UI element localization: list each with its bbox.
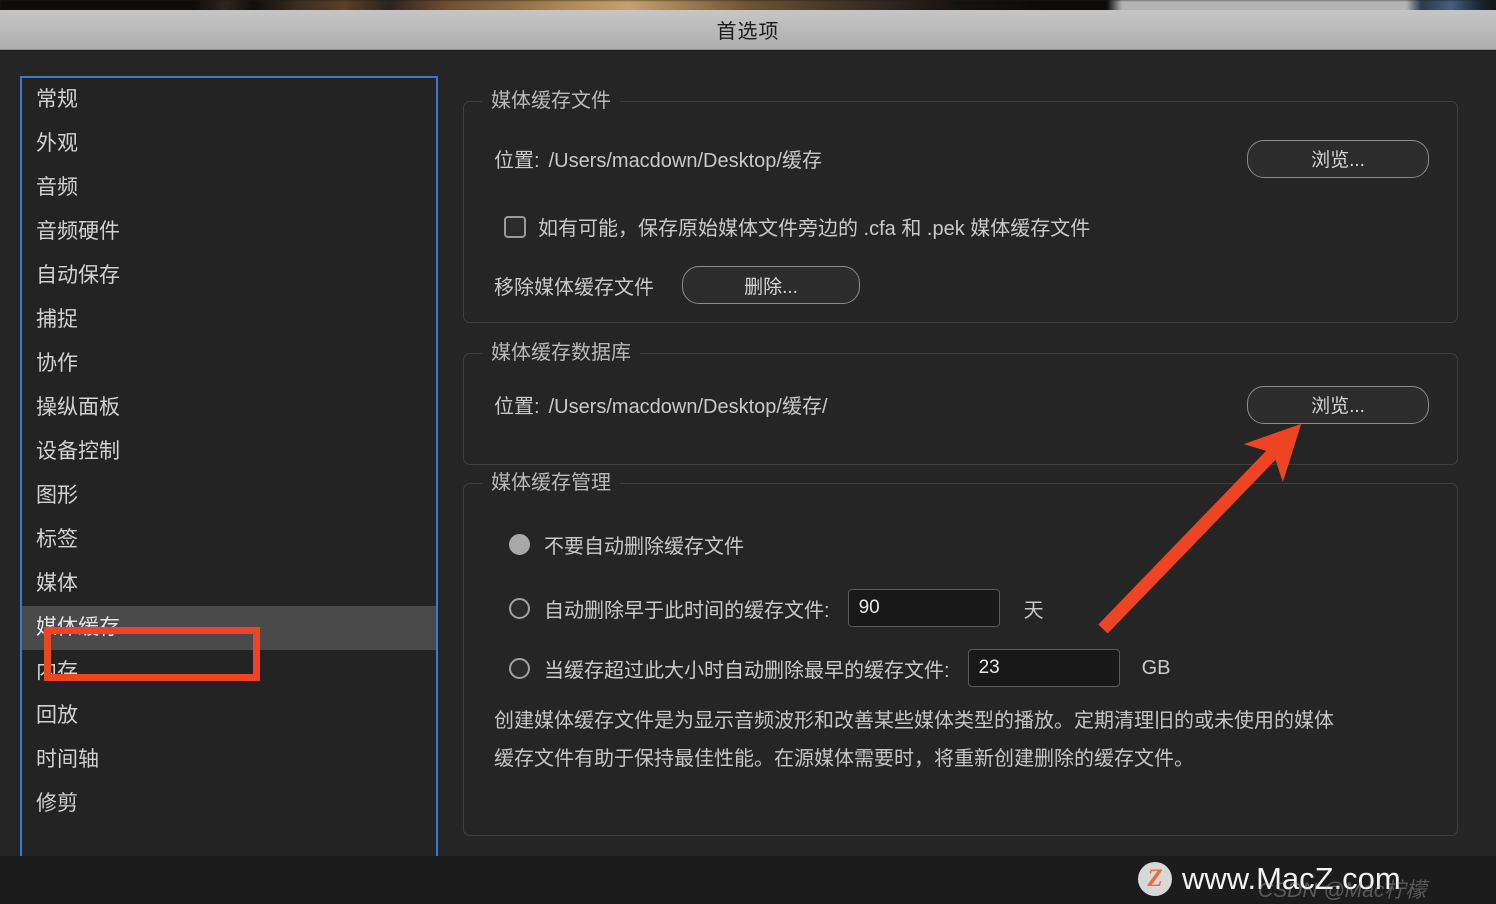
csdn-watermark-text: CSDN @Mac柠檬	[1258, 879, 1427, 902]
cache-db-location-row: 位置: /Users/macdown/Desktop/缓存/ 浏览...	[494, 385, 1429, 424]
sidebar-item-meiti-huancun[interactable]: 媒体缓存	[22, 606, 436, 650]
radio-delete-older-than[interactable]	[509, 597, 530, 619]
sidebar-item-biaoqian[interactable]: 标签	[22, 518, 436, 562]
preferences-category-list[interactable]: 常规 外观 音频 音频硬件 自动保存 捕捉 协作 操纵面板 设备控制 图形 标签…	[20, 76, 438, 856]
cache-files-browse-button[interactable]: 浏览...	[1247, 139, 1429, 178]
sidebar-item-label: 回放	[36, 704, 78, 727]
sidebar-item-shebei-kongzhi[interactable]: 设备控制	[22, 430, 436, 474]
sidebar-item-changgui[interactable]: 常规	[22, 78, 436, 122]
cache-files-remove-row: 移除媒体缓存文件 删除...	[494, 266, 860, 304]
sidebar-item-label: 协作	[36, 352, 78, 375]
sidebar-item-yinpin[interactable]: 音频	[22, 166, 436, 210]
sidebar-item-shijianzhou[interactable]: 时间轴	[22, 738, 436, 782]
cache-files-location-value: /Users/macdown/Desktop/缓存	[548, 150, 822, 172]
sidebar-item-label: 捕捉	[36, 308, 78, 331]
management-option-delete-older-than[interactable]: 自动删除早于此时间的缓存文件: 90 天	[509, 589, 1044, 627]
sidebar-item-label: 修剪	[36, 792, 78, 815]
media-cache-database-legend: 媒体缓存数据库	[482, 340, 640, 366]
sidebar-item-label: 内存	[36, 660, 78, 683]
sidebar-item-meiti[interactable]: 媒体	[22, 562, 436, 606]
radio-delete-over-size-label: 当缓存超过此大小时自动删除最早的缓存文件:	[544, 659, 950, 682]
management-option-delete-over-size[interactable]: 当缓存超过此大小时自动删除最早的缓存文件: 23 GB	[509, 649, 1170, 687]
sidebar-item-neicun[interactable]: 内存	[22, 650, 436, 694]
media-cache-management-legend: 媒体缓存管理	[482, 470, 620, 496]
media-cache-description: 创建媒体缓存文件是为显示音频波形和改善某些媒体类型的播放。定期清理旧的或未使用的…	[494, 710, 1334, 770]
sidebar-item-zidong-baocun[interactable]: 自动保存	[22, 254, 436, 298]
sidebar-item-yinpin-yingjian[interactable]: 音频硬件	[22, 210, 436, 254]
media-cache-files-legend: 媒体缓存文件	[482, 88, 620, 114]
days-unit-label: 天	[1023, 599, 1044, 622]
media-cache-management-group: 媒体缓存管理 不要自动删除缓存文件 自动删除早于此时间的缓存文件: 90 天 当…	[463, 470, 1458, 836]
cache-db-location-label: 位置:	[494, 396, 540, 418]
sidebar-item-label: 媒体	[36, 572, 78, 595]
sidebar-item-xiujian[interactable]: 修剪	[22, 782, 436, 826]
sidebar-item-label: 常规	[36, 88, 78, 111]
sidebar-item-label: 自动保存	[36, 264, 120, 287]
radio-never-delete-label: 不要自动删除缓存文件	[544, 536, 744, 558]
cache-files-location-row: 位置: /Users/macdown/Desktop/缓存 浏览...	[494, 139, 1429, 178]
sidebar-item-label: 设备控制	[36, 440, 120, 463]
dialog-titlebar: 首选项	[0, 10, 1496, 50]
sidebar-item-caozong-mianban[interactable]: 操纵面板	[22, 386, 436, 430]
size-input[interactable]: 23	[967, 649, 1120, 687]
sidebar-item-label: 音频	[36, 176, 78, 199]
sidebar-item-label: 外观	[36, 132, 78, 155]
days-input[interactable]: 90	[847, 589, 1000, 627]
cache-db-browse-button[interactable]: 浏览...	[1247, 385, 1429, 424]
size-unit-label: GB	[1141, 656, 1171, 679]
sidebar-item-xiezuo[interactable]: 协作	[22, 342, 436, 386]
radio-delete-over-size[interactable]	[509, 657, 530, 679]
sidebar-item-label: 图形	[36, 484, 78, 507]
management-option-never-delete[interactable]: 不要自动删除缓存文件	[509, 530, 744, 559]
media-cache-files-group: 媒体缓存文件 位置: /Users/macdown/Desktop/缓存 浏览.…	[463, 88, 1458, 323]
sidebar-item-label: 音频硬件	[36, 220, 120, 243]
radio-never-delete[interactable]	[509, 534, 530, 555]
sidebar-item-label: 媒体缓存	[36, 616, 120, 639]
cache-files-delete-button[interactable]: 删除...	[682, 266, 860, 304]
media-cache-settings-panel: 媒体缓存文件 位置: /Users/macdown/Desktop/缓存 浏览.…	[463, 88, 1458, 836]
radio-delete-older-than-label: 自动删除早于此时间的缓存文件:	[544, 599, 830, 622]
cache-db-location-value: /Users/macdown/Desktop/缓存/	[548, 396, 828, 418]
sidecar-checkbox-label: 如有可能，保存原始媒体文件旁边的 .cfa 和 .pek 媒体缓存文件	[538, 218, 1091, 240]
media-cache-database-group: 媒体缓存数据库 位置: /Users/macdown/Desktop/缓存/ 浏…	[463, 340, 1458, 465]
sidebar-item-label: 操纵面板	[36, 396, 120, 419]
cache-files-remove-label: 移除媒体缓存文件	[494, 276, 654, 299]
sidebar-item-waiguan[interactable]: 外观	[22, 122, 436, 166]
sidecar-checkbox[interactable]	[504, 215, 526, 238]
sidebar-item-buzhuo[interactable]: 捕捉	[22, 298, 436, 342]
macz-logo-icon: Z	[1138, 862, 1172, 896]
sidebar-item-tuxing[interactable]: 图形	[22, 474, 436, 518]
preferences-dialog-body: 常规 外观 音频 音频硬件 自动保存 捕捉 协作 操纵面板 设备控制 图形 标签…	[0, 51, 1496, 902]
dialog-title: 首选项	[716, 21, 780, 43]
cache-files-location-label: 位置:	[494, 150, 540, 172]
cache-files-sidecar-row: 如有可能，保存原始媒体文件旁边的 .cfa 和 .pek 媒体缓存文件	[504, 212, 1090, 241]
sidebar-item-label: 时间轴	[36, 748, 99, 771]
sidebar-item-label: 标签	[36, 528, 78, 551]
sidebar-item-huifang[interactable]: 回放	[22, 694, 436, 738]
